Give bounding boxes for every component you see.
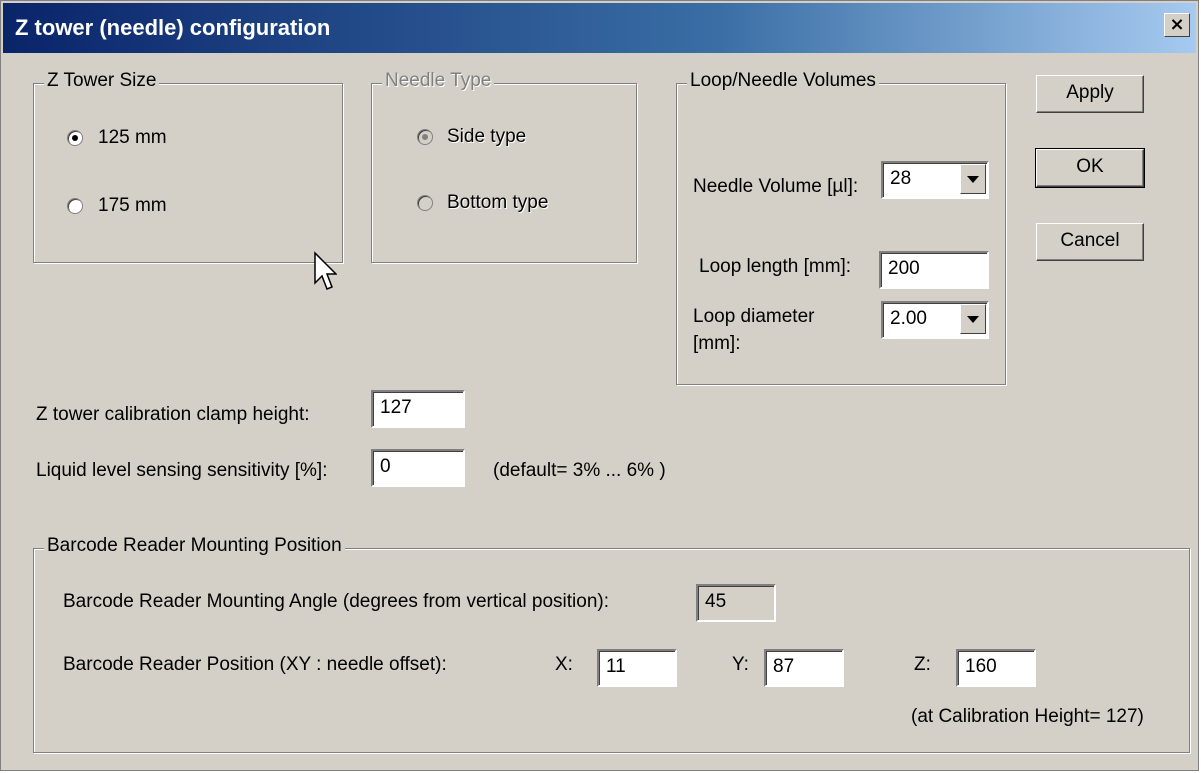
tower-size-legend: Z Tower Size: [44, 70, 160, 92]
ok-button[interactable]: OK: [1035, 148, 1145, 188]
x-offset-input[interactable]: 11: [597, 649, 677, 687]
tower-size-group: Z Tower Size: [33, 70, 343, 263]
loop-diameter-select[interactable]: 2.00: [881, 301, 989, 339]
loop-diameter-label: Loop diameter: [693, 306, 815, 327]
needle-type-group: Needle Type: [371, 70, 637, 263]
radio-175mm-label[interactable]: 175 mm: [98, 195, 167, 217]
needle-volume-value: 28: [890, 168, 912, 189]
loop-length-input[interactable]: 200: [879, 251, 989, 289]
calibration-height-note: (at Calibration Height= 127): [911, 706, 1144, 727]
radio-selected-dot: [422, 134, 428, 140]
loop-diameter-value: 2.00: [890, 308, 927, 329]
apply-button[interactable]: Apply: [1036, 75, 1144, 113]
barcode-legend: Barcode Reader Mounting Position: [44, 535, 345, 557]
z-offset-input[interactable]: 160: [956, 649, 1036, 687]
sensitivity-label: Liquid level sensing sensitivity [%]:: [36, 460, 328, 481]
loop-length-label: Loop length [mm]:: [699, 256, 852, 277]
close-button[interactable]: ×: [1164, 13, 1190, 37]
title-bar[interactable]: Z tower (needle) configuration ×: [3, 3, 1196, 53]
radio-selected-dot: [72, 135, 78, 141]
dropdown-arrow-icon[interactable]: [960, 304, 986, 334]
volumes-legend: Loop/Needle Volumes: [687, 70, 879, 92]
needle-type-legend: Needle Type: [382, 70, 495, 92]
barcode-angle-label: Barcode Reader Mounting Angle (degrees f…: [63, 591, 610, 612]
barcode-angle-field: 45: [696, 584, 776, 622]
radio-125mm-label[interactable]: 125 mm: [98, 127, 167, 149]
sensitivity-input[interactable]: 0: [371, 449, 465, 487]
barcode-position-label: Barcode Reader Position (XY : needle off…: [63, 654, 447, 675]
radio-side-type[interactable]: [417, 129, 433, 145]
mouse-cursor-icon: [314, 251, 337, 290]
radio-bottom-type-label[interactable]: Bottom type: [447, 192, 548, 214]
sensitivity-hint: (default= 3% ... 6% ): [493, 460, 666, 481]
clamp-height-input[interactable]: 127: [371, 390, 465, 428]
clamp-height-label: Z tower calibration clamp height:: [36, 404, 310, 425]
x-label: X:: [555, 654, 573, 675]
dropdown-arrow-icon[interactable]: [960, 164, 986, 194]
y-label: Y:: [732, 654, 749, 675]
y-offset-input[interactable]: 87: [764, 649, 844, 687]
radio-125mm[interactable]: [67, 130, 83, 146]
z-label: Z:: [914, 654, 931, 675]
radio-175mm[interactable]: [67, 198, 83, 214]
loop-diameter-unit-label: [mm]:: [693, 333, 741, 354]
radio-side-type-label[interactable]: Side type: [447, 126, 526, 148]
needle-volume-label: Needle Volume [µl]:: [693, 176, 859, 197]
window-title: Z tower (needle) configuration: [15, 15, 331, 40]
needle-volume-select[interactable]: 28: [881, 161, 989, 199]
dialog-window: Z tower (needle) configuration × Z Tower…: [0, 0, 1199, 771]
cancel-button[interactable]: Cancel: [1036, 223, 1144, 261]
radio-bottom-type[interactable]: [417, 195, 433, 211]
